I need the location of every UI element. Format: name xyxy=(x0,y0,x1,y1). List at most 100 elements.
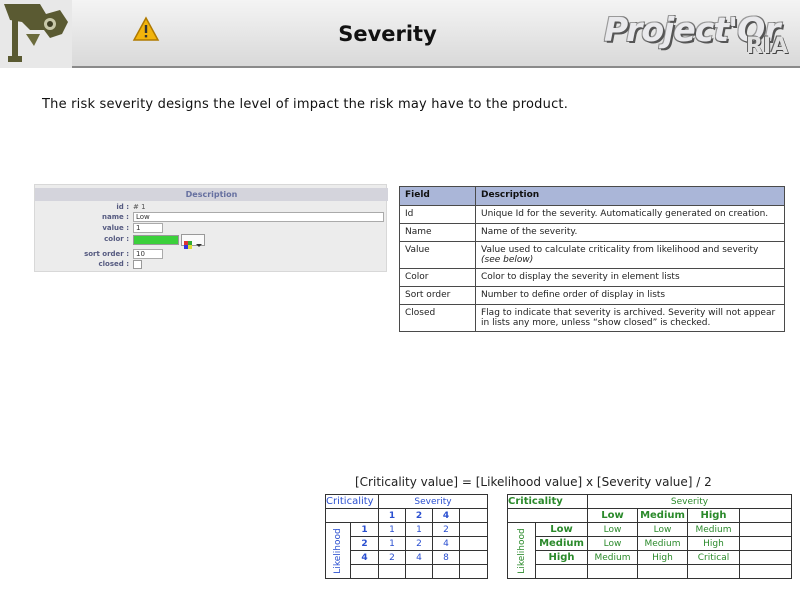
description-column-header: Description xyxy=(475,186,785,206)
table-row: Id Unique Id for the severity. Automatic… xyxy=(399,205,785,224)
grid-empty-cell xyxy=(739,550,792,565)
grid-cell: Low xyxy=(587,522,638,537)
brand-suffix: RIA xyxy=(746,34,789,59)
grid-empty-cell xyxy=(459,522,488,537)
severity-col-header: Medium xyxy=(637,508,688,523)
criticality-numeric-grid: Criticality Severity 1 2 4 Likelihood 1 … xyxy=(325,494,488,579)
likelihood-axis-cell: Likelihood xyxy=(507,522,536,579)
severity-col-header: 4 xyxy=(432,508,460,523)
field-description: Color to display the severity in element… xyxy=(475,268,785,287)
grid-cell: 2 xyxy=(432,522,460,537)
grid-cell: High xyxy=(637,550,688,565)
brand-logo: Project'Or RIA xyxy=(598,4,800,66)
grid-empty-cell xyxy=(739,536,792,551)
field-name: Name xyxy=(399,223,476,242)
likelihood-row-header: Medium xyxy=(535,536,588,551)
grid-cell: High xyxy=(687,536,740,551)
grid-empty-cell xyxy=(637,564,688,579)
table-row: Closed Flag to indicate that severity is… xyxy=(399,304,785,332)
grid-empty-cell xyxy=(507,508,588,523)
grid-cell: Critical xyxy=(687,550,740,565)
grid-empty-cell xyxy=(378,564,406,579)
name-label: name : xyxy=(102,213,129,221)
likelihood-row-header: Low xyxy=(535,522,588,537)
closed-checkbox[interactable] xyxy=(133,260,142,269)
grid-corner-label: Criticality xyxy=(507,494,588,509)
grid-empty-cell xyxy=(350,564,379,579)
likelihood-row-header: High xyxy=(535,550,588,565)
severity-axis-label: Severity xyxy=(378,494,488,509)
intro-text: The risk severity designs the level of i… xyxy=(42,97,569,112)
grid-empty-cell xyxy=(587,564,638,579)
likelihood-axis-cell: Likelihood xyxy=(325,522,351,579)
likelihood-row-header: 2 xyxy=(350,536,379,551)
color-swatch[interactable] xyxy=(133,235,179,245)
grid-empty-cell xyxy=(535,564,588,579)
table-row: Value Value used to calculate criticalit… xyxy=(399,241,785,269)
severity-form-screenshot: Description id : # 1 name : Low value : … xyxy=(34,184,388,272)
grid-cell: 4 xyxy=(405,550,433,565)
sort-order-label: sort order : xyxy=(84,250,129,258)
grid-cell: 1 xyxy=(405,522,433,537)
value-field[interactable]: 1 xyxy=(133,223,163,233)
table-header-row: Field Description xyxy=(399,186,785,206)
grid-cell: 2 xyxy=(378,550,406,565)
grid-empty-cell xyxy=(325,508,379,523)
id-label: id : xyxy=(116,203,129,211)
form-section-title: Description xyxy=(35,188,388,201)
color-label: color : xyxy=(104,235,129,243)
likelihood-axis-label: Likelihood xyxy=(516,527,527,574)
grid-cell: 1 xyxy=(378,536,406,551)
grid-empty-cell xyxy=(432,564,460,579)
grid-empty-cell xyxy=(459,550,488,565)
criticality-word-grid: Criticality Severity Low Medium High Lik… xyxy=(507,494,792,579)
id-value: # 1 xyxy=(133,203,146,211)
severity-col-header: Low xyxy=(587,508,638,523)
table-row: Name Name of the severity. xyxy=(399,223,785,242)
closed-label: closed : xyxy=(98,260,129,268)
grid-empty-cell xyxy=(739,522,792,537)
grid-cell: 2 xyxy=(405,536,433,551)
page-header: Severity Project'Or RIA xyxy=(0,0,800,68)
color-picker-button[interactable] xyxy=(181,234,205,249)
grid-cell: 8 xyxy=(432,550,460,565)
grid-empty-cell xyxy=(459,508,488,523)
grid-cell: Low xyxy=(637,522,688,537)
value-label: value : xyxy=(102,224,129,232)
field-name: Closed xyxy=(399,304,476,332)
field-name: Sort order xyxy=(399,286,476,305)
table-row: Sort order Number to define order of dis… xyxy=(399,286,785,305)
grid-empty-cell xyxy=(739,508,792,523)
grid-empty-cell xyxy=(459,536,488,551)
grid-cell: Low xyxy=(587,536,638,551)
grid-cell: Medium xyxy=(637,536,688,551)
grid-cell: Medium xyxy=(587,550,638,565)
grid-cell: 1 xyxy=(378,522,406,537)
grid-cell: Medium xyxy=(687,522,740,537)
color-palette-icon xyxy=(184,241,202,249)
field-name: Value xyxy=(399,241,476,269)
likelihood-row-header: 1 xyxy=(350,522,379,537)
field-description: Flag to indicate that severity is archiv… xyxy=(475,304,785,332)
field-description: Name of the severity. xyxy=(475,223,785,242)
severity-col-header: 2 xyxy=(405,508,433,523)
grid-empty-cell xyxy=(739,564,792,579)
severity-axis-label: Severity xyxy=(587,494,792,509)
field-name: Color xyxy=(399,268,476,287)
grid-empty-cell xyxy=(687,564,740,579)
sort-order-field[interactable]: 10 xyxy=(133,249,163,259)
field-note: (see below) xyxy=(481,255,534,265)
field-description-table: Field Description Id Unique Id for the s… xyxy=(399,186,785,332)
field-description: Unique Id for the severity. Automaticall… xyxy=(475,205,785,224)
likelihood-row-header: 4 xyxy=(350,550,379,565)
severity-col-header: High xyxy=(687,508,740,523)
field-description: Number to define order of display in lis… xyxy=(475,286,785,305)
criticality-formula: [Criticality value] = [Likelihood value]… xyxy=(355,475,712,489)
grid-cell: 4 xyxy=(432,536,460,551)
severity-col-header: 1 xyxy=(378,508,406,523)
table-row: Color Color to display the severity in e… xyxy=(399,268,785,287)
field-description-cell: Value used to calculate criticality from… xyxy=(475,241,785,269)
grid-empty-cell xyxy=(459,564,488,579)
grid-empty-cell xyxy=(405,564,433,579)
name-field[interactable]: Low xyxy=(133,212,384,222)
